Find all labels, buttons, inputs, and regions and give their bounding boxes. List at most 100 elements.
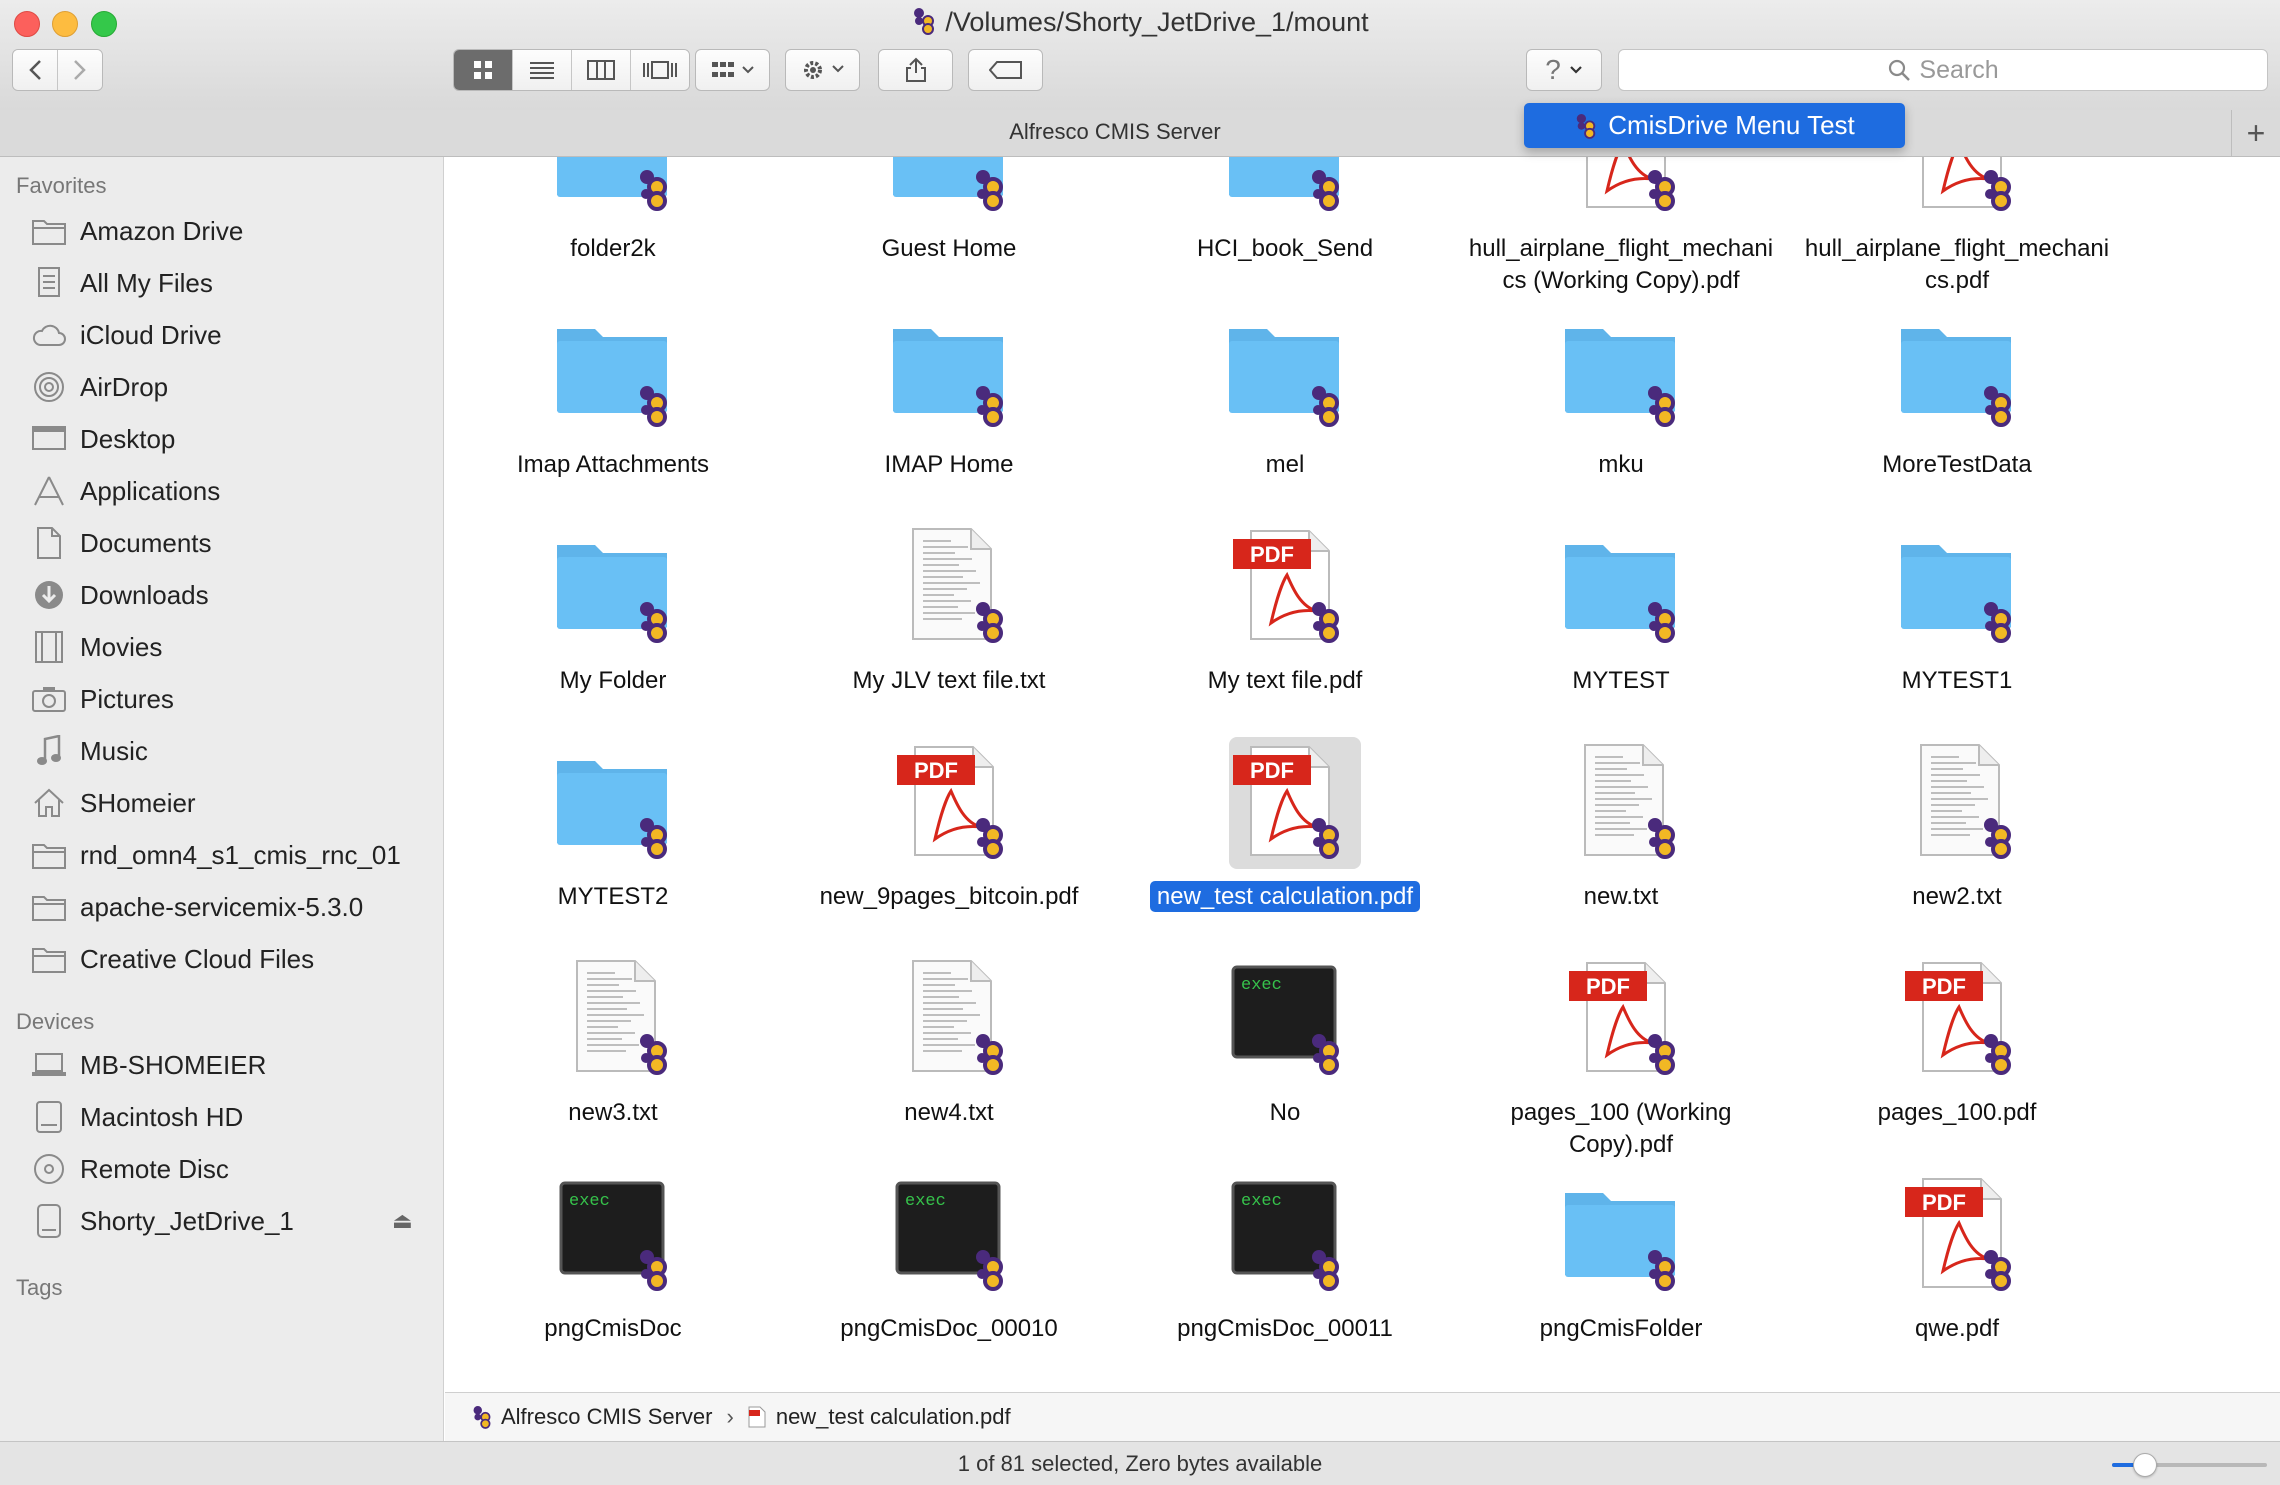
sidebar-item-pictures[interactable]: Pictures — [30, 677, 430, 721]
hard-drive-icon — [30, 1100, 68, 1134]
pdf-file-icon: PDF — [1227, 527, 1343, 643]
sidebar-item-macintosh-hd[interactable]: Macintosh HD — [30, 1095, 430, 1139]
sidebar-item-label: Desktop — [80, 423, 176, 454]
item-label: IMAP Home — [781, 449, 1117, 481]
sidebar-item-label: apache-servicemix-5.3.0 — [80, 891, 364, 922]
item-label-text: Guest Home — [881, 235, 1017, 262]
sidebar-item-desktop[interactable]: Desktop — [30, 417, 430, 461]
sidebar-item-shomeier[interactable]: SHomeier — [30, 781, 430, 825]
cmis-drive-icon — [473, 1406, 491, 1429]
gear-icon — [803, 61, 844, 79]
item-label: pages_100 (Working Copy).pdf — [1453, 1097, 1789, 1161]
applications-icon — [30, 474, 68, 508]
item-label-line: cs (Working Copy).pdf — [1502, 267, 1740, 294]
back-button[interactable] — [13, 50, 58, 90]
path-segment-root[interactable]: Alfresco CMIS Server — [471, 1404, 713, 1430]
folder-file-icon — [555, 527, 671, 643]
item-label-line: hull_airplane_flight_mechani — [1468, 235, 1774, 262]
txt-file-icon — [891, 527, 1007, 643]
pdf-file-icon: PDF — [1899, 1175, 2015, 1291]
sidebar-item-label: Remote Disc — [80, 1153, 229, 1184]
item-label-text: new2.txt — [1912, 883, 2002, 910]
search-placeholder: Search — [1919, 55, 1999, 84]
share-button[interactable] — [878, 49, 953, 91]
folder-file-icon — [555, 311, 671, 427]
item-label: new.txt — [1453, 881, 1789, 913]
path-separator: › — [726, 1404, 734, 1429]
sidebar-item-remote-disc[interactable]: Remote Disc — [30, 1147, 430, 1191]
view-mode-control — [453, 49, 690, 91]
svg-text:PDF: PDF — [1250, 758, 1294, 783]
eject-icon[interactable]: ⏏ — [392, 1208, 413, 1234]
new-tab-button[interactable]: + — [2231, 110, 2280, 156]
action-button[interactable] — [785, 49, 860, 91]
sidebar-item-apache-servicemix-5-3-0[interactable]: apache-servicemix-5.3.0 — [30, 885, 430, 929]
item-label-text: MYTEST1 — [1901, 667, 2013, 694]
folder-file-icon — [1227, 311, 1343, 427]
folder-file-icon — [555, 743, 671, 859]
file-icon-grid: folder2k Guest Home HCI_book_Send PDF hull_a… — [445, 157, 2280, 1392]
arrange-button[interactable] — [695, 49, 770, 91]
sidebar-item-amazon-drive[interactable]: Amazon Drive — [30, 209, 430, 253]
sidebar-item-movies[interactable]: Movies — [30, 625, 430, 669]
item-label-text: Imap Attachments — [516, 451, 710, 478]
sidebar-item-documents[interactable]: Documents — [30, 521, 430, 565]
item-label-text: pngCmisDoc_00011 — [1177, 1315, 1393, 1342]
folder-file-icon — [1563, 527, 1679, 643]
cmis-drive-menu-button[interactable]: ? — [1526, 49, 1602, 91]
exec-file-icon: exec — [891, 1175, 1007, 1291]
menu-item-label: CmisDrive Menu Test — [1608, 110, 1855, 140]
sidebar-item-rnd-omn4-s1-cmis-rnc-01[interactable]: rnd_omn4_s1_cmis_rnc_01 — [30, 833, 430, 877]
search-field[interactable]: Search — [1618, 49, 2268, 91]
sidebar-item-creative-cloud-files[interactable]: Creative Cloud Files — [30, 937, 430, 981]
cmisdrive-menu-item[interactable]: CmisDrive Menu Test — [1524, 103, 1905, 148]
column-view-button[interactable] — [572, 50, 631, 90]
sidebar-item-mb-shomeier[interactable]: MB-SHOMEIER — [30, 1043, 430, 1087]
item-label: hull_airplane_flight_mechani cs.pdf — [1789, 233, 2125, 297]
columns-icon — [587, 60, 615, 80]
icon-view-button[interactable] — [454, 50, 513, 90]
item-label-text: qwe.pdf — [1914, 1315, 2000, 1342]
icon-size-slider-knob[interactable] — [2133, 1453, 2157, 1477]
item-label-text: My text file.pdf — [1207, 667, 1363, 694]
exec-file-icon: exec — [1227, 1175, 1343, 1291]
tags-button[interactable] — [968, 49, 1043, 91]
sidebar-item-label: Macintosh HD — [80, 1101, 244, 1132]
sidebar-item-icloud-drive[interactable]: iCloud Drive — [30, 313, 430, 357]
sidebar-item-shorty-jetdrive-1[interactable]: Shorty_JetDrive_1 — [30, 1199, 430, 1243]
item-label-line: pages_100 (Working — [1510, 1099, 1732, 1126]
plus-icon: + — [2246, 114, 2266, 151]
item-label: new_test calculation.pdf — [1117, 881, 1453, 913]
item-label: pngCmisDoc_00011 — [1117, 1313, 1453, 1345]
sidebar-item-label: AirDrop — [80, 371, 169, 402]
list-view-button[interactable] — [513, 50, 572, 90]
cover-flow-button[interactable] — [631, 50, 689, 90]
sidebar-item-airdrop[interactable]: AirDrop — [30, 365, 430, 409]
item-label-text: My Folder — [559, 667, 667, 694]
item-label-text: My JLV text file.txt — [852, 667, 1046, 694]
item-label: MYTEST — [1453, 665, 1789, 697]
item-label-line: Copy).pdf — [1568, 1131, 1674, 1158]
svg-text:exec: exec — [1241, 1192, 1282, 1211]
list-icon — [530, 62, 554, 79]
svg-text:PDF: PDF — [1586, 974, 1630, 999]
all-files-icon — [30, 266, 68, 300]
desktop-icon — [30, 422, 68, 456]
item-label-text: pages_100.pdf — [1877, 1099, 2037, 1126]
item-label-text: pngCmisFolder — [1539, 1315, 1703, 1342]
folder-file-icon — [1899, 527, 2015, 643]
airdrop-icon — [30, 370, 68, 404]
forward-button[interactable] — [58, 50, 102, 90]
music-note-icon — [30, 734, 68, 768]
sidebar-item-downloads[interactable]: Downloads — [30, 573, 430, 617]
grid-icon — [474, 61, 492, 79]
sidebar-item-label: MB-SHOMEIER — [80, 1049, 267, 1080]
item-label: new4.txt — [781, 1097, 1117, 1129]
folder-icon — [30, 890, 68, 924]
sidebar-item-music[interactable]: Music — [30, 729, 430, 773]
item-label-text: MYTEST2 — [557, 883, 669, 910]
item-label-text: new3.txt — [568, 1099, 658, 1126]
sidebar-item-all-my-files[interactable]: All My Files — [30, 261, 430, 305]
path-segment-file[interactable]: new_test calculation.pdf — [748, 1404, 1011, 1430]
sidebar-item-applications[interactable]: Applications — [30, 469, 430, 513]
